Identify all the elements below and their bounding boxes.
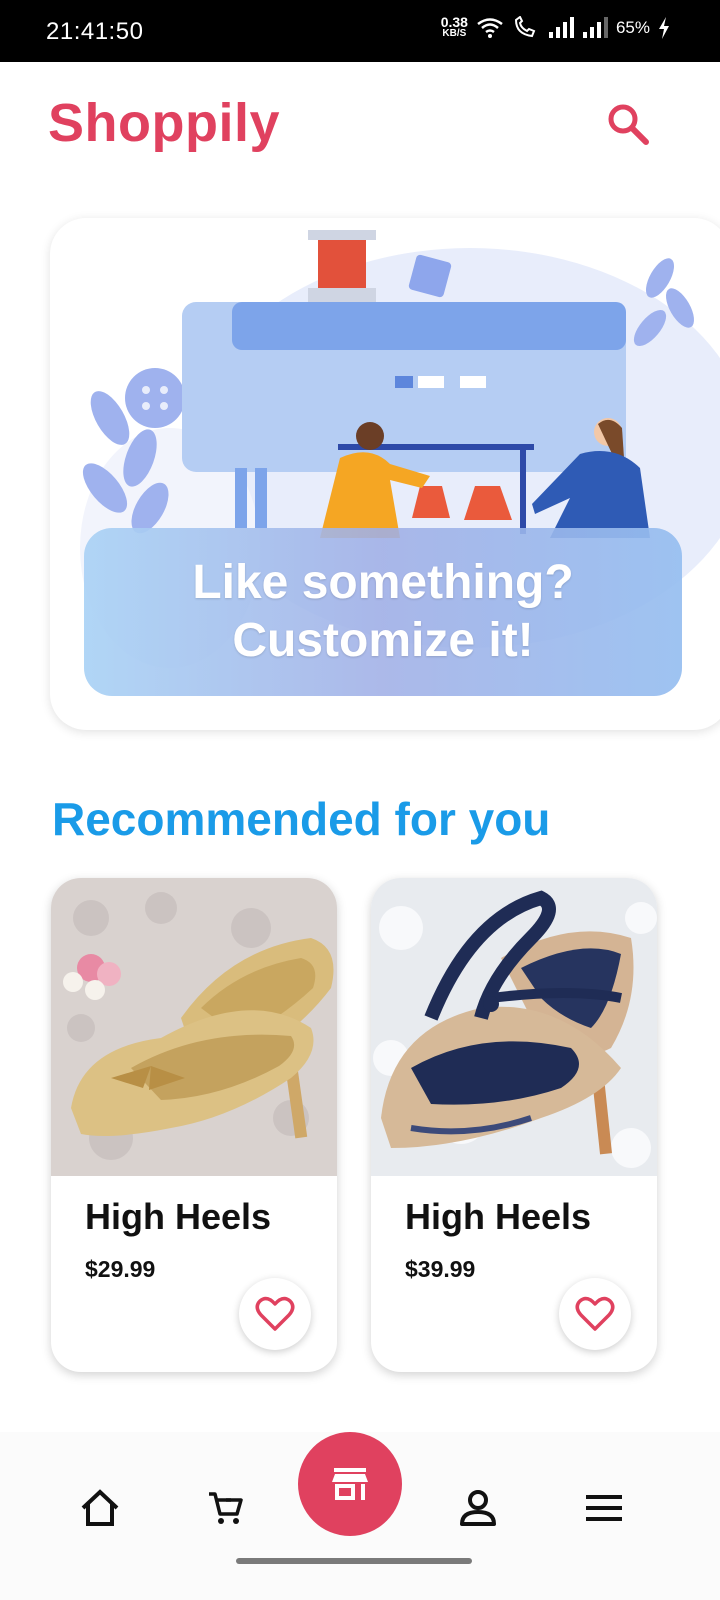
call-icon [514,16,536,38]
status-bar: 21:41:50 0.38 KB/S 65% [0,0,720,62]
nav-store[interactable] [298,1432,402,1536]
product-image-navy-heels [371,878,657,1176]
home-indicator[interactable] [236,1558,472,1564]
status-time: 21:41:50 [46,18,144,45]
bottom-navigation [0,1432,720,1600]
signal-icon-2 [582,17,608,38]
product-card[interactable]: High Heels $29.99 [51,878,337,1372]
nav-home[interactable] [70,1478,130,1538]
product-price: $39.99 [405,1256,476,1282]
product-image-gold-heels [51,878,337,1176]
banner-line-1: Like something? [192,556,574,609]
net-speed: 0.38 KB/S [440,14,468,39]
wifi-icon [477,18,503,38]
cart-icon [209,1492,243,1524]
charging-icon [659,17,669,39]
product-name: High Heels [405,1196,592,1237]
menu-icon [586,1495,622,1521]
nav-menu[interactable] [574,1478,634,1538]
banner-line-2: Customize it! [232,614,534,667]
home-icon [81,1489,119,1526]
nav-cart[interactable] [196,1478,256,1538]
battery-level: 65% [615,18,650,37]
favorite-button[interactable] [239,1278,311,1350]
section-title: Recommended for you [52,793,551,845]
net-speed-unit: KB/S [442,28,467,39]
nav-profile[interactable] [448,1478,508,1538]
signal-icon-1 [548,17,574,38]
net-speed-value: 0.38 [440,14,468,30]
product-name: High Heels [85,1196,272,1237]
promo-banner[interactable]: Like something? Customize it! [50,218,720,730]
heart-outline-icon [575,1296,615,1331]
favorite-button[interactable] [559,1278,631,1350]
product-price: $29.99 [85,1256,156,1282]
app-title: Shoppily [48,93,280,153]
status-icons: 0.38 KB/S 65% [440,14,670,40]
search-button[interactable] [600,96,656,152]
product-card[interactable]: High Heels $39.99 [371,878,657,1372]
store-icon [332,1468,368,1500]
search-icon [608,104,649,145]
banner-caption: Like something? Customize it! [84,528,682,696]
heart-outline-icon [255,1296,295,1331]
profile-icon [460,1490,496,1526]
